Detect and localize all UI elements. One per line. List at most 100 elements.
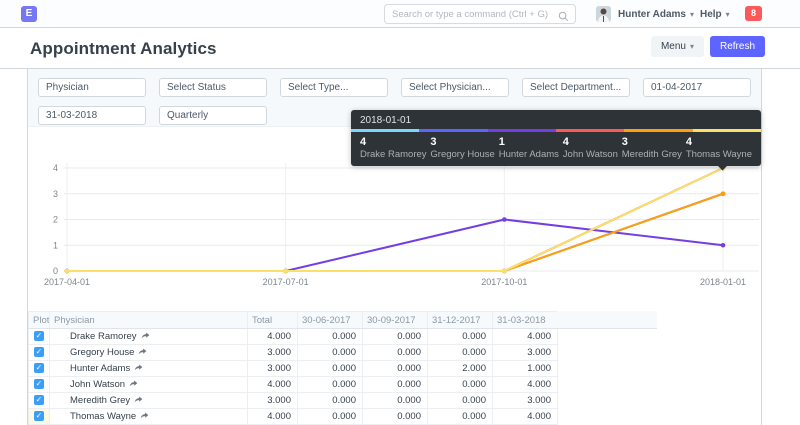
page-actions: Menu Refresh — [651, 36, 765, 57]
column-header-plot[interactable]: Plot — [29, 312, 50, 329]
value-cell: 3.000 — [248, 345, 298, 361]
plot-cell — [29, 393, 50, 409]
value-cell: 0.000 — [298, 393, 363, 409]
value-cell: 3.000 — [248, 393, 298, 409]
value-cell: 0.000 — [363, 393, 428, 409]
svg-text:2: 2 — [53, 215, 58, 225]
physician-link[interactable]: Gregory House — [70, 347, 134, 358]
value-cell: 0.000 — [298, 329, 363, 345]
column-header-31-12-2017[interactable]: 31-12-2017 — [428, 312, 493, 329]
plot-checkbox[interactable] — [34, 331, 44, 341]
plot-cell — [29, 361, 50, 377]
search-icon — [558, 9, 569, 27]
value-cell: 0.000 — [363, 361, 428, 377]
range-filter[interactable] — [159, 106, 267, 125]
refresh-button[interactable]: Refresh — [710, 36, 765, 57]
value-cell: 0.000 — [363, 377, 428, 393]
physician-cell: Meredith Grey — [50, 393, 248, 409]
plot-cell — [29, 409, 50, 425]
from-date-filter[interactable] — [643, 78, 751, 97]
value-cell: 0.000 — [363, 329, 428, 345]
department-filter[interactable] — [522, 78, 630, 97]
open-link-icon — [129, 379, 138, 388]
tooltip-series-color — [351, 129, 419, 132]
tooltip-series-color — [556, 129, 624, 132]
menu-button[interactable]: Menu — [651, 36, 704, 57]
table-row: Gregory House3.0000.0000.0000.0003.000 — [29, 345, 558, 361]
physician-filter[interactable] — [401, 78, 509, 97]
physician-cell: Drake Ramorey — [50, 329, 248, 345]
value-cell: 3.000 — [493, 393, 558, 409]
physician-cell: Hunter Adams — [50, 361, 248, 377]
plot-cell — [29, 329, 50, 345]
svg-text:0: 0 — [53, 266, 58, 276]
svg-text:2017-10-01: 2017-10-01 — [481, 277, 527, 287]
value-cell: 0.000 — [428, 409, 493, 425]
page-header: Appointment Analytics Menu Refresh — [0, 28, 800, 69]
svg-text:2018-01-01: 2018-01-01 — [700, 277, 746, 287]
physician-cell: John Watson — [50, 377, 248, 393]
plot-checkbox[interactable] — [34, 411, 44, 421]
plot-checkbox[interactable] — [34, 363, 44, 373]
user-name: Hunter Adams — [618, 9, 686, 20]
tooltip-values: 4Drake Ramorey3Gregory House1Hunter Adam… — [351, 132, 761, 166]
svg-text:3: 3 — [53, 189, 58, 199]
value-cell: 0.000 — [298, 377, 363, 393]
column-header-physician[interactable]: Physician — [50, 312, 248, 329]
app-logo[interactable]: E — [21, 6, 37, 22]
open-link-icon — [140, 411, 149, 420]
value-cell: 0.000 — [363, 409, 428, 425]
global-search — [384, 4, 576, 24]
physician-link[interactable]: Drake Ramorey — [70, 331, 137, 342]
open-link-icon — [141, 331, 150, 340]
value-cell: 4.000 — [248, 409, 298, 425]
physician-link[interactable]: Hunter Adams — [70, 363, 130, 374]
navbar: E Hunter Adams Help 8 — [0, 0, 800, 28]
physician-link[interactable]: John Watson — [70, 379, 125, 390]
value-cell: 2.000 — [428, 361, 493, 377]
chart-area: 012342017-04-012017-07-012017-10-012018-… — [28, 127, 761, 300]
plot-checkbox[interactable] — [34, 395, 44, 405]
to-date-filter[interactable] — [38, 106, 146, 125]
value-cell: 4.000 — [248, 377, 298, 393]
table-row: John Watson4.0000.0000.0000.0004.000 — [29, 377, 558, 393]
value-cell: 3.000 — [248, 361, 298, 377]
chevron-down-icon — [690, 10, 694, 19]
tooltip-series-color — [419, 129, 487, 132]
tooltip-item: 4Drake Ramorey — [360, 136, 427, 160]
search-input[interactable] — [392, 5, 557, 23]
svg-text:1: 1 — [53, 240, 58, 250]
value-cell: 4.000 — [248, 329, 298, 345]
column-header-30-06-2017[interactable]: 30-06-2017 — [298, 312, 363, 329]
tooltip-item: 3Meredith Grey — [622, 136, 682, 160]
chart-tooltip: 2018-01-01 4Drake Ramorey3Gregory House1… — [351, 110, 761, 166]
open-link-icon — [134, 363, 143, 372]
user-menu[interactable]: Hunter Adams — [596, 5, 694, 23]
table-row: Thomas Wayne4.0000.0000.0000.0004.000 — [29, 409, 558, 425]
page-title: Appointment Analytics — [30, 39, 217, 59]
svg-text:2017-04-01: 2017-04-01 — [44, 277, 90, 287]
doctype-filter[interactable] — [38, 78, 146, 97]
column-header-30-09-2017[interactable]: 30-09-2017 — [363, 312, 428, 329]
notifications-badge[interactable]: 8 — [745, 6, 762, 21]
type-filter[interactable] — [280, 78, 388, 97]
report-card: 012342017-04-012017-07-012017-10-012018-… — [27, 69, 762, 425]
physician-link[interactable]: Meredith Grey — [70, 395, 130, 406]
status-filter[interactable] — [159, 78, 267, 97]
physician-link[interactable]: Thomas Wayne — [70, 411, 136, 422]
plot-cell — [29, 345, 50, 361]
table-header-row: PlotPhysicianTotal30-06-201730-09-201731… — [29, 312, 558, 329]
chevron-down-icon — [726, 10, 730, 19]
help-menu[interactable]: Help — [700, 5, 730, 23]
tooltip-item: 3Gregory House — [430, 136, 494, 160]
column-header-total[interactable]: Total — [248, 312, 298, 329]
plot-checkbox[interactable] — [34, 347, 44, 357]
plot-checkbox[interactable] — [34, 379, 44, 389]
value-cell: 4.000 — [493, 377, 558, 393]
table-row: Hunter Adams3.0000.0000.0002.0001.000 — [29, 361, 558, 377]
plot-cell — [29, 377, 50, 393]
open-link-icon — [138, 347, 147, 356]
value-cell: 0.000 — [298, 345, 363, 361]
column-header-31-03-2018[interactable]: 31-03-2018 — [493, 312, 558, 329]
value-cell: 0.000 — [428, 329, 493, 345]
